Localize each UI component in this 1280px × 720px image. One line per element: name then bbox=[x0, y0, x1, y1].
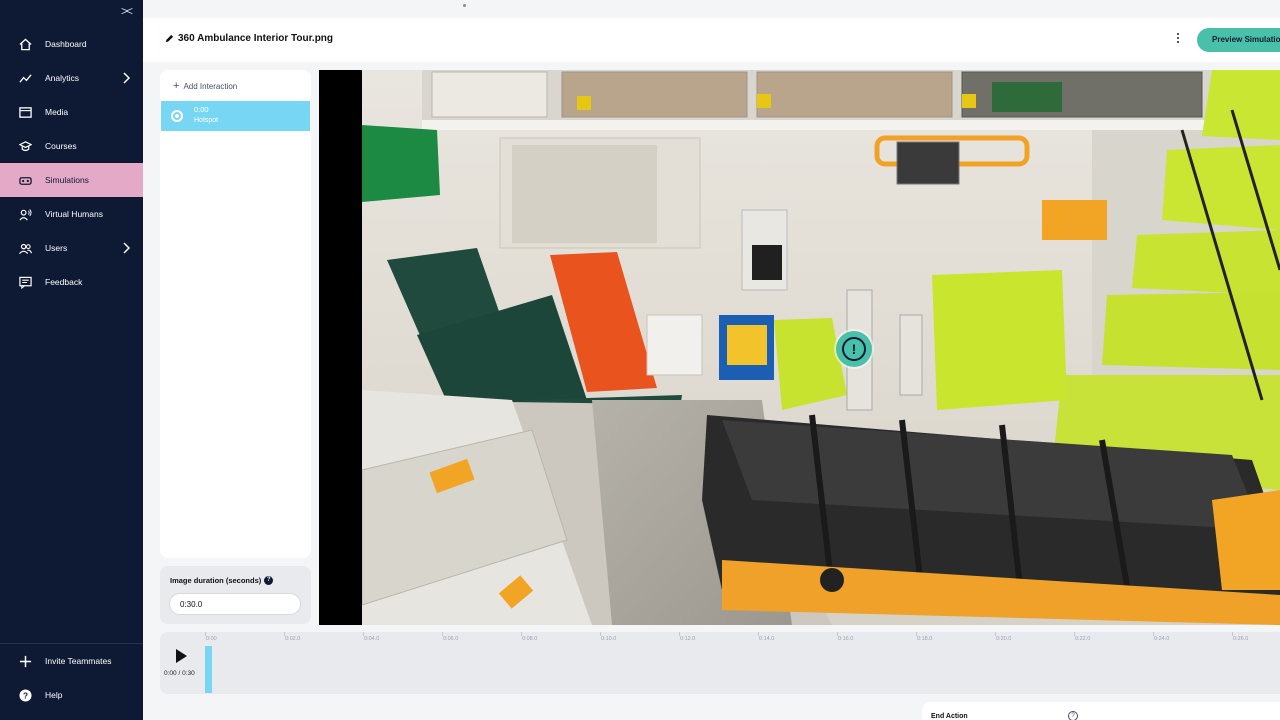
timeline-tick-label: 0:08.0 bbox=[522, 636, 538, 642]
sidebar-item-label: Invite Teammates bbox=[45, 656, 112, 666]
image-duration-label: Image duration (seconds) ? bbox=[170, 576, 274, 585]
ambulance-interior-image bbox=[362, 70, 1280, 625]
end-action-panel: End Action ? bbox=[922, 702, 1280, 720]
time-readout: 0:00 / 0:30 bbox=[164, 670, 195, 677]
image-duration-label-text: Image duration (seconds) bbox=[170, 576, 262, 585]
users-icon bbox=[19, 242, 32, 255]
sidebar-item-analytics[interactable]: Analytics bbox=[0, 61, 143, 95]
sidebar-item-label: Media bbox=[45, 107, 69, 117]
sidebar-item-label: Users bbox=[45, 243, 68, 253]
sidebar: >< Dashboard Analytics Media Courses Sim… bbox=[0, 0, 143, 720]
sidebar-item-label: Dashboard bbox=[45, 39, 87, 49]
help-icon[interactable]: ? bbox=[264, 576, 274, 585]
play-icon[interactable] bbox=[174, 648, 188, 664]
feedback-icon bbox=[19, 276, 32, 289]
chevron-right-icon bbox=[123, 242, 131, 254]
add-interaction-label: Add Interaction bbox=[183, 81, 238, 91]
timeline-ruler[interactable]: 0:00 0:02.0 0:04.0 0:06.0 0:08.0 0:10.0 0:12.0… bbox=[205, 632, 1280, 694]
image-duration-input[interactable] bbox=[169, 593, 301, 615]
media-icon bbox=[19, 106, 32, 119]
sidebar-item-simulations[interactable]: Simulations bbox=[0, 163, 143, 197]
sidebar-item-users[interactable]: Users bbox=[0, 231, 143, 265]
timeline-tick-label: 0:10.0 bbox=[601, 636, 617, 642]
sidebar-bottom: Invite Teammates ? Help bbox=[0, 643, 143, 712]
vr-headset-icon bbox=[19, 174, 32, 187]
sidebar-item-invite-teammates[interactable]: Invite Teammates bbox=[0, 644, 143, 678]
virtual-human-icon bbox=[19, 208, 32, 221]
top-strip bbox=[143, 0, 1280, 18]
sidebar-item-label: Feedback bbox=[45, 277, 83, 287]
hotspot-marker[interactable]: ! bbox=[836, 331, 872, 367]
home-icon bbox=[19, 38, 32, 51]
sidebar-item-label: Virtual Humans bbox=[45, 209, 103, 219]
timeline-tick-label: 0:02.0 bbox=[285, 636, 301, 642]
sidebar-item-virtual-humans[interactable]: Virtual Humans bbox=[0, 197, 143, 231]
svg-text:?: ? bbox=[23, 690, 28, 700]
timeline-tick-label: 0:14.0 bbox=[759, 636, 775, 642]
timeline-tick-label: 0:26.0 bbox=[1233, 636, 1249, 642]
sidebar-item-label: Simulations bbox=[45, 175, 89, 185]
timeline: 0:00 / 0:30 0:00 0:02.0 0:04.0 0:06.0 0:08.0… bbox=[160, 632, 1280, 694]
editor-header: 360 Ambulance Interior Tour.png Preview … bbox=[143, 18, 1280, 62]
image-duration-panel: Image duration (seconds) ? bbox=[160, 566, 311, 624]
sidebar-item-media[interactable]: Media bbox=[0, 95, 143, 129]
sidebar-item-courses[interactable]: Courses bbox=[0, 129, 143, 163]
more-options-icon[interactable] bbox=[1173, 31, 1183, 47]
exclamation-icon: ! bbox=[842, 337, 866, 361]
timeline-tick-label: 0:00 bbox=[206, 636, 217, 642]
help-icon: ? bbox=[19, 688, 32, 702]
interaction-item[interactable]: 0:00 Hotspot bbox=[161, 101, 310, 131]
courses-icon bbox=[19, 140, 32, 153]
add-interaction-button[interactable]: + Add Interaction bbox=[173, 80, 237, 92]
timeline-tick-label: 0:22.0 bbox=[1075, 636, 1091, 642]
timeline-tick-label: 0:16.0 bbox=[838, 636, 854, 642]
pencil-icon[interactable] bbox=[165, 34, 174, 43]
image-viewer[interactable]: ! bbox=[319, 70, 1280, 625]
timeline-tick-label: 0:06.0 bbox=[443, 636, 459, 642]
help-icon[interactable]: ? bbox=[1068, 711, 1078, 720]
timeline-tick-label: 0:18.0 bbox=[917, 636, 933, 642]
sidebar-item-label: Courses bbox=[45, 141, 77, 151]
plus-icon: + bbox=[173, 80, 180, 92]
hotspot-marker-icon bbox=[171, 110, 183, 122]
page-title[interactable]: 360 Ambulance Interior Tour.png bbox=[178, 33, 333, 44]
collapse-sidebar-icon[interactable]: >< bbox=[118, 4, 134, 18]
plus-icon bbox=[19, 655, 32, 668]
sidebar-nav: Dashboard Analytics Media Courses Simula… bbox=[0, 27, 143, 299]
sidebar-item-label: Analytics bbox=[45, 73, 80, 83]
timeline-tick-label: 0:20.0 bbox=[996, 636, 1012, 642]
interactions-panel: + Add Interaction 0:00 Hotspot bbox=[160, 70, 311, 558]
playhead[interactable] bbox=[205, 646, 212, 693]
end-action-label: End Action bbox=[931, 713, 968, 720]
sidebar-item-help[interactable]: ? Help bbox=[0, 678, 143, 712]
sidebar-item-label: Help bbox=[45, 690, 63, 700]
timeline-tick-label: 0:24.0 bbox=[1154, 636, 1170, 642]
sidebar-item-feedback[interactable]: Feedback bbox=[0, 265, 143, 299]
loading-dot bbox=[463, 4, 466, 7]
chevron-right-icon bbox=[123, 72, 131, 84]
chart-icon bbox=[19, 72, 32, 85]
sidebar-item-dashboard[interactable]: Dashboard bbox=[0, 27, 143, 61]
interaction-type: Hotspot bbox=[194, 117, 219, 124]
title-wrap[interactable]: 360 Ambulance Interior Tour.png bbox=[165, 33, 333, 44]
interaction-time: 0:00 bbox=[194, 105, 209, 114]
timeline-tick-label: 0:12.0 bbox=[680, 636, 696, 642]
preview-simulation-button[interactable]: Preview Simulation bbox=[1197, 28, 1280, 52]
timeline-tick-label: 0:04.0 bbox=[364, 636, 380, 642]
